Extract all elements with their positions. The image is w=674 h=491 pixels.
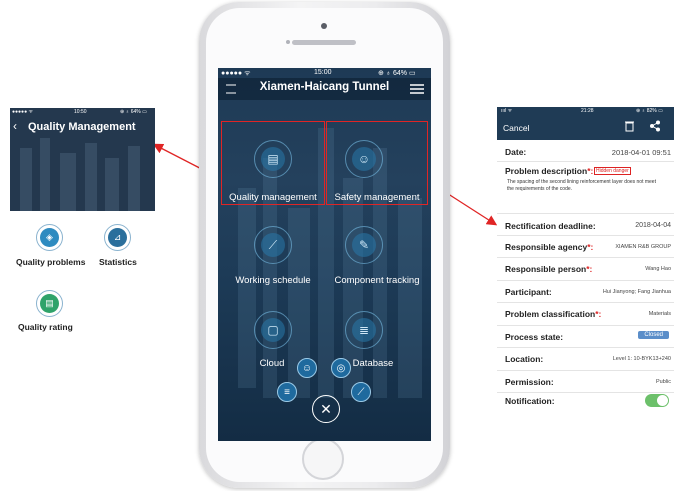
app-title: Xiamen-Haicang Tunnel <box>259 81 390 93</box>
status-bar: ●●●●● ᯤ 10:50 ⊕ ♁ 64% ▭ <box>10 108 155 116</box>
tile-component-tracking[interactable]: Component tracking <box>324 275 430 286</box>
notification-label: Notification: <box>505 396 555 406</box>
quality-rating-item[interactable]: Quality rating <box>18 322 73 332</box>
database-icon[interactable]: ≣ <box>345 311 383 349</box>
user-icon[interactable]: ☺ <box>297 358 317 378</box>
front-camera <box>321 23 327 29</box>
rectification-deadline-row[interactable]: Rectification deadline: 2018-04-04 <box>497 214 674 236</box>
statistics-chart-icon[interactable]: ⊿ <box>104 224 131 251</box>
battery-indicator: ⊕ ♁ 82% ▭ <box>636 108 663 114</box>
cancel-button[interactable]: Cancel <box>503 123 529 133</box>
problem-classification-row[interactable]: Problem classification*: Materials <box>497 303 674 326</box>
close-button[interactable]: ✕ <box>312 395 340 423</box>
quality-problems-item[interactable]: Quality problems <box>16 257 85 267</box>
responsible-person-value: Wang Hao <box>645 266 671 272</box>
battery-indicator: ⊕ ♁ 64% ▭ <box>120 109 147 115</box>
shield-icon[interactable]: ◈ <box>36 224 63 251</box>
highlight-safety <box>326 121 428 205</box>
location-value: Level 1: 10-BYK13+240 <box>612 356 671 362</box>
date-value[interactable]: 2018-04-01 09:51 <box>612 148 671 157</box>
hidden-danger-tag: Hidden danger <box>594 167 631 175</box>
problem-classification-label: Problem classification*: <box>505 309 602 319</box>
battery-indicator: ⊕ ♁ 64% ▭ <box>378 70 416 77</box>
location-row[interactable]: Location: Level 1: 10-BYK13+240 <box>497 348 674 371</box>
hamburger-menu-icon[interactable] <box>409 83 425 95</box>
tile-cloud[interactable]: Cloud <box>252 358 292 369</box>
statistics-item[interactable]: Statistics <box>99 257 137 267</box>
share-icon[interactable] <box>649 120 661 132</box>
process-state-row: Process state: Closed <box>497 326 674 348</box>
signal-indicator: ●●●●● ᯤ <box>12 109 34 115</box>
stats-icon[interactable]: ⟋ <box>351 382 371 402</box>
earpiece-speaker <box>292 40 356 45</box>
status-time: 10:50 <box>74 109 87 115</box>
page-title: Quality Management <box>28 121 136 133</box>
permission-value: Public <box>656 379 671 385</box>
participant-value: Hui Jianyong; Fang Jianhua <box>602 289 671 295</box>
folder-icon[interactable]: ▢ <box>254 311 292 349</box>
problem-description-text: The spacing of the second lining reinfor… <box>507 179 656 192</box>
list-icon[interactable]: ≡ <box>277 382 297 402</box>
location-label: Location: <box>505 354 544 364</box>
date-row: Date: 2018-04-01 09:51 <box>497 141 674 162</box>
participant-label: Participant: <box>505 287 552 297</box>
permission-label: Permission: <box>505 377 554 387</box>
chart-icon[interactable]: ⟋ <box>254 226 292 264</box>
home-button[interactable] <box>302 438 344 480</box>
rating-icon[interactable]: ▤ <box>36 290 63 317</box>
tile-database[interactable]: Database <box>348 358 398 369</box>
process-state-label: Process state: <box>505 332 564 342</box>
responsible-person-row[interactable]: Responsible person*: Wang Hao <box>497 258 674 281</box>
permission-row[interactable]: Permission: Public <box>497 371 674 393</box>
phone-screen: ●●●●● ᯤ 15:00 ⊕ ♁ 64% ▭ Xiamen-Haicang T… <box>218 68 431 441</box>
problem-classification-value: Materials <box>648 311 671 317</box>
status-badge: Closed <box>638 331 669 339</box>
sensor-dot <box>286 40 290 44</box>
rectification-deadline-label: Rectification deadline: <box>505 221 596 231</box>
signal-indicator: ●●●●● ᯤ <box>221 70 251 77</box>
responsible-agency-row[interactable]: Responsible agency*: XIAMEN R&B GROUP <box>497 236 674 258</box>
participant-row[interactable]: Participant: Hui Jianyong; Fang Jianhua <box>497 281 674 303</box>
rectification-deadline-value: 2018-04-04 <box>635 222 671 229</box>
trash-icon[interactable] <box>624 120 635 132</box>
camera-icon[interactable]: ◎ <box>331 358 351 378</box>
tile-working-schedule[interactable]: Working schedule <box>220 275 326 286</box>
responsible-agency-label: Responsible agency*: <box>505 242 594 252</box>
status-time: 15:00 <box>314 69 332 76</box>
problem-description-label: Problem description*: <box>505 166 594 176</box>
signal-indicator: ıııl ᯤ <box>501 108 513 114</box>
notification-toggle[interactable] <box>645 394 669 407</box>
responsible-person-label: Responsible person*: <box>505 264 593 274</box>
quality-management-screen: ●●●●● ᯤ 10:50 ⊕ ♁ 64% ▭ ‹ Quality Manage… <box>10 108 155 211</box>
status-time: 21:28 <box>581 108 594 114</box>
status-bar: ●●●●● ᯤ 15:00 ⊕ ♁ 64% ▭ <box>218 68 431 78</box>
highlight-quality <box>221 121 325 205</box>
back-icon[interactable]: ‹ <box>13 119 17 133</box>
responsible-agency-value: XIAMEN R&B GROUP <box>615 244 671 250</box>
date-label: Date: <box>505 147 527 157</box>
problem-detail-screen: ıııl ᯤ 21:28 ⊕ ♁ 82% ▭ Cancel Date: 2018… <box>497 107 674 416</box>
tracking-icon[interactable]: ✎ <box>345 226 383 264</box>
